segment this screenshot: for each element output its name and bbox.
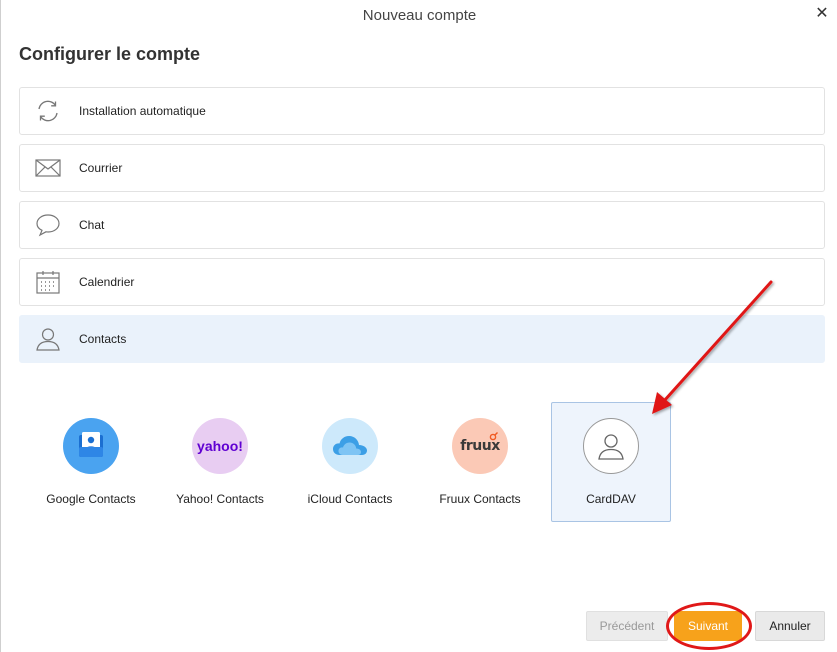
envelope-icon: [34, 154, 62, 182]
window-title: Nouveau compte: [362, 7, 477, 24]
carddav-person-icon: [583, 418, 639, 474]
provider-label: CardDAV: [586, 492, 636, 506]
account-type-label: Chat: [79, 218, 105, 232]
account-type-label: Courrier: [79, 161, 123, 175]
account-type-auto[interactable]: Installation automatique: [19, 87, 825, 135]
icloud-icon: [322, 418, 378, 474]
sync-icon: [34, 97, 62, 125]
fruux-icon: fruux: [452, 418, 508, 474]
provider-fruux-contacts[interactable]: fruux Fruux Contacts: [420, 402, 540, 522]
account-type-label: Calendrier: [79, 275, 135, 289]
provider-label: Google Contacts: [46, 492, 136, 506]
account-type-mail[interactable]: Courrier: [19, 144, 825, 192]
provider-carddav[interactable]: CardDAV: [551, 402, 671, 522]
account-type-contacts[interactable]: Contacts: [19, 315, 825, 363]
cancel-button[interactable]: Annuler: [755, 611, 825, 641]
provider-yahoo-contacts[interactable]: yahoo! Yahoo! Contacts: [160, 402, 280, 522]
provider-label: Fruux Contacts: [439, 492, 521, 506]
page-title: Configurer le compte: [19, 44, 201, 64]
provider-label: iCloud Contacts: [307, 492, 393, 506]
provider-label: Yahoo! Contacts: [176, 492, 264, 506]
new-account-dialog: Nouveau compte ✕ Configurer le compte In…: [0, 0, 837, 652]
close-icon[interactable]: ✕: [814, 5, 830, 23]
google-contacts-icon: [63, 418, 119, 474]
calendar-icon: [34, 268, 62, 296]
account-type-label: Installation automatique: [79, 104, 206, 118]
account-type-calendar[interactable]: Calendrier: [19, 258, 825, 306]
provider-google-contacts[interactable]: Google Contacts: [31, 402, 151, 522]
previous-button[interactable]: Précédent: [586, 611, 668, 641]
provider-icloud-contacts[interactable]: iCloud Contacts: [290, 402, 410, 522]
next-button[interactable]: Suivant: [674, 611, 742, 641]
account-type-chat[interactable]: Chat: [19, 201, 825, 249]
chat-bubble-icon: [34, 211, 62, 239]
account-type-label: Contacts: [79, 332, 127, 346]
person-icon: [34, 325, 62, 353]
title-bar: Nouveau compte ✕: [1, 0, 837, 32]
yahoo-icon: yahoo!: [192, 418, 248, 474]
yahoo-logo-text: yahoo!: [197, 438, 243, 454]
